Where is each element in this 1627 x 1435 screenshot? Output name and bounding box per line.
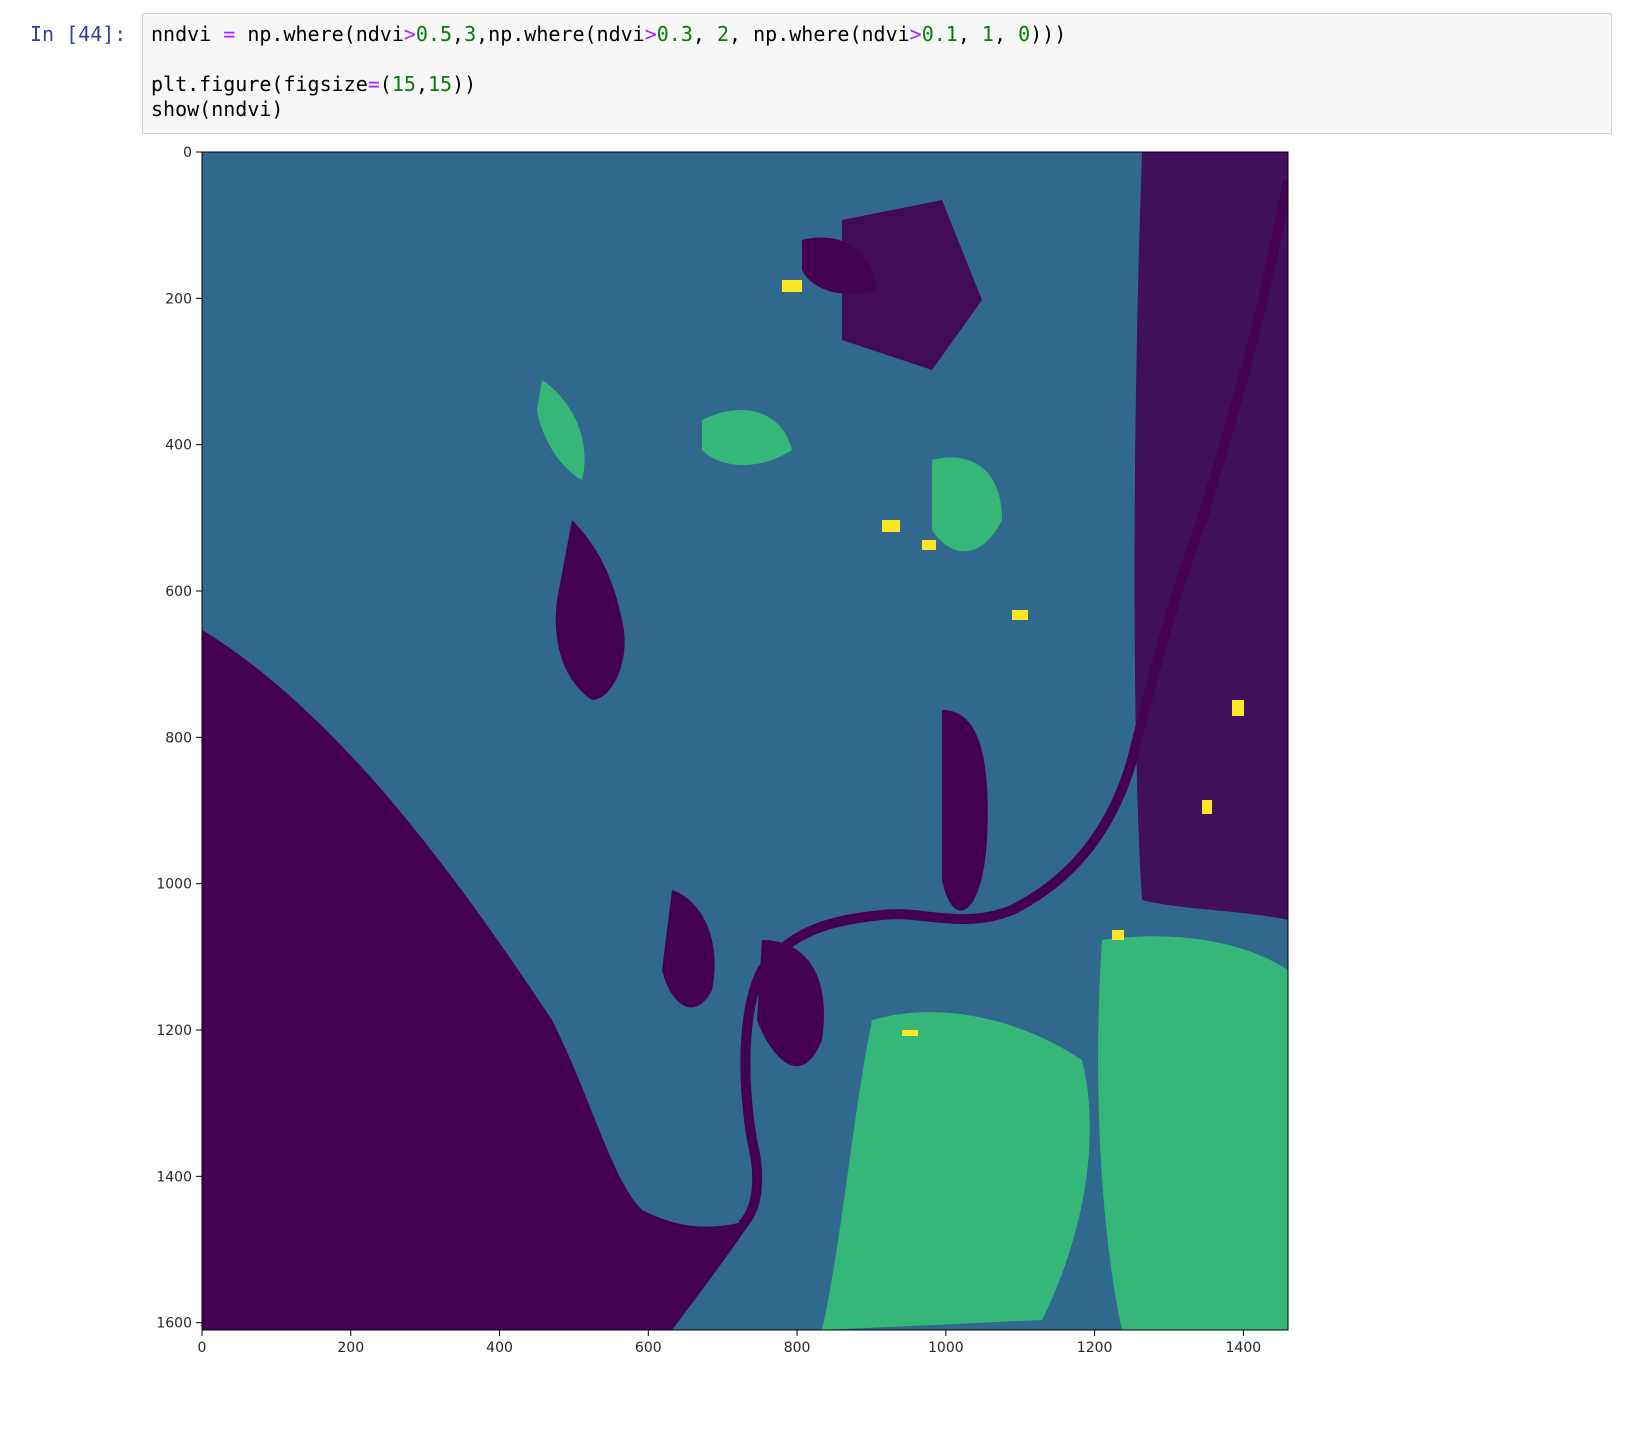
code-token: show(nndvi) [151, 97, 284, 121]
x-axis: 0 200 400 600 800 1000 1200 1400 [198, 1330, 1262, 1356]
code-operator: = [367, 72, 380, 96]
code-number: 2 [716, 22, 730, 46]
code-operator: > [909, 22, 922, 46]
code-token: np.where(ndvi [235, 22, 404, 46]
high-ndvi-patch [1012, 610, 1028, 620]
code-token: )) [452, 72, 477, 96]
code-number: 0 [1018, 22, 1031, 46]
x-tick-label: 1000 [928, 1340, 964, 1356]
y-tick-label: 600 [165, 584, 192, 600]
code-number: 15 [391, 72, 416, 96]
y-tick-label: 1600 [156, 1316, 192, 1332]
code-operator: > [644, 22, 657, 46]
high-ndvi-patch [882, 520, 900, 532]
y-tick-label: 1200 [156, 1023, 192, 1039]
high-ndvi-patch [782, 280, 802, 292]
code-token: nndvi [151, 22, 224, 46]
y-axis: 0 200 400 600 800 1000 1200 1400 1600 [156, 145, 202, 1332]
code-number: 1 [981, 22, 994, 46]
code-token: , [415, 72, 428, 96]
high-ndvi-patch [1232, 700, 1244, 716]
y-tick-label: 200 [165, 291, 192, 307]
code-token: , [692, 22, 717, 46]
code-token: , [993, 22, 1019, 46]
y-tick-label: 0 [183, 145, 192, 161]
notebook-cell: In [44]: nndvi = np.where(ndvi>0.5,3,np.… [0, 0, 1627, 1431]
x-tick-label: 1200 [1077, 1340, 1113, 1356]
code-token: ,np.where(ndvi [476, 22, 645, 46]
code-operator: > [403, 22, 416, 46]
vegetation-region [1098, 936, 1288, 1330]
y-tick-label: 800 [165, 730, 192, 746]
cell-output: 0 200 400 600 800 1000 1200 1400 0 200 400 600 800 1… [142, 140, 1342, 1431]
y-tick-label: 1400 [156, 1169, 192, 1185]
x-tick-label: 0 [198, 1340, 207, 1356]
x-tick-label: 200 [337, 1340, 364, 1356]
code-number: 3 [464, 22, 477, 46]
x-tick-label: 400 [486, 1340, 513, 1356]
code-number: 0.3 [656, 22, 693, 46]
x-tick-label: 1400 [1226, 1340, 1262, 1356]
x-tick-label: 600 [635, 1340, 662, 1356]
y-tick-label: 1000 [156, 877, 192, 893]
x-tick-label: 800 [784, 1340, 811, 1356]
classified-raster [202, 152, 1288, 1330]
ndvi-class-image-plot: 0 200 400 600 800 1000 1200 1400 0 200 400 600 800 1… [156, 145, 1289, 1356]
high-ndvi-patch [1202, 800, 1212, 814]
code-token: , [957, 22, 982, 46]
code-token: plt.figure(figsize [151, 72, 368, 96]
code-number: 15 [427, 72, 453, 96]
code-number: 0.5 [415, 22, 453, 46]
y-tick-label: 400 [165, 438, 192, 454]
high-ndvi-patch [922, 540, 936, 550]
high-ndvi-patch [902, 1030, 918, 1036]
cell-prompt: In [44]: [30, 22, 127, 46]
code-input-area[interactable]: nndvi = np.where(ndvi>0.5,3,np.where(ndv… [142, 13, 1612, 134]
code-number: 0.1 [921, 22, 958, 46]
code-block[interactable]: nndvi = np.where(ndvi>0.5,3,np.where(ndv… [143, 14, 1611, 122]
code-token: ( [379, 72, 392, 96]
high-ndvi-patch [1112, 930, 1124, 940]
code-token: , np.where(ndvi [729, 22, 910, 46]
code-operator: = [223, 22, 236, 46]
code-token: ))) [1030, 22, 1067, 46]
code-token: , [452, 22, 465, 46]
